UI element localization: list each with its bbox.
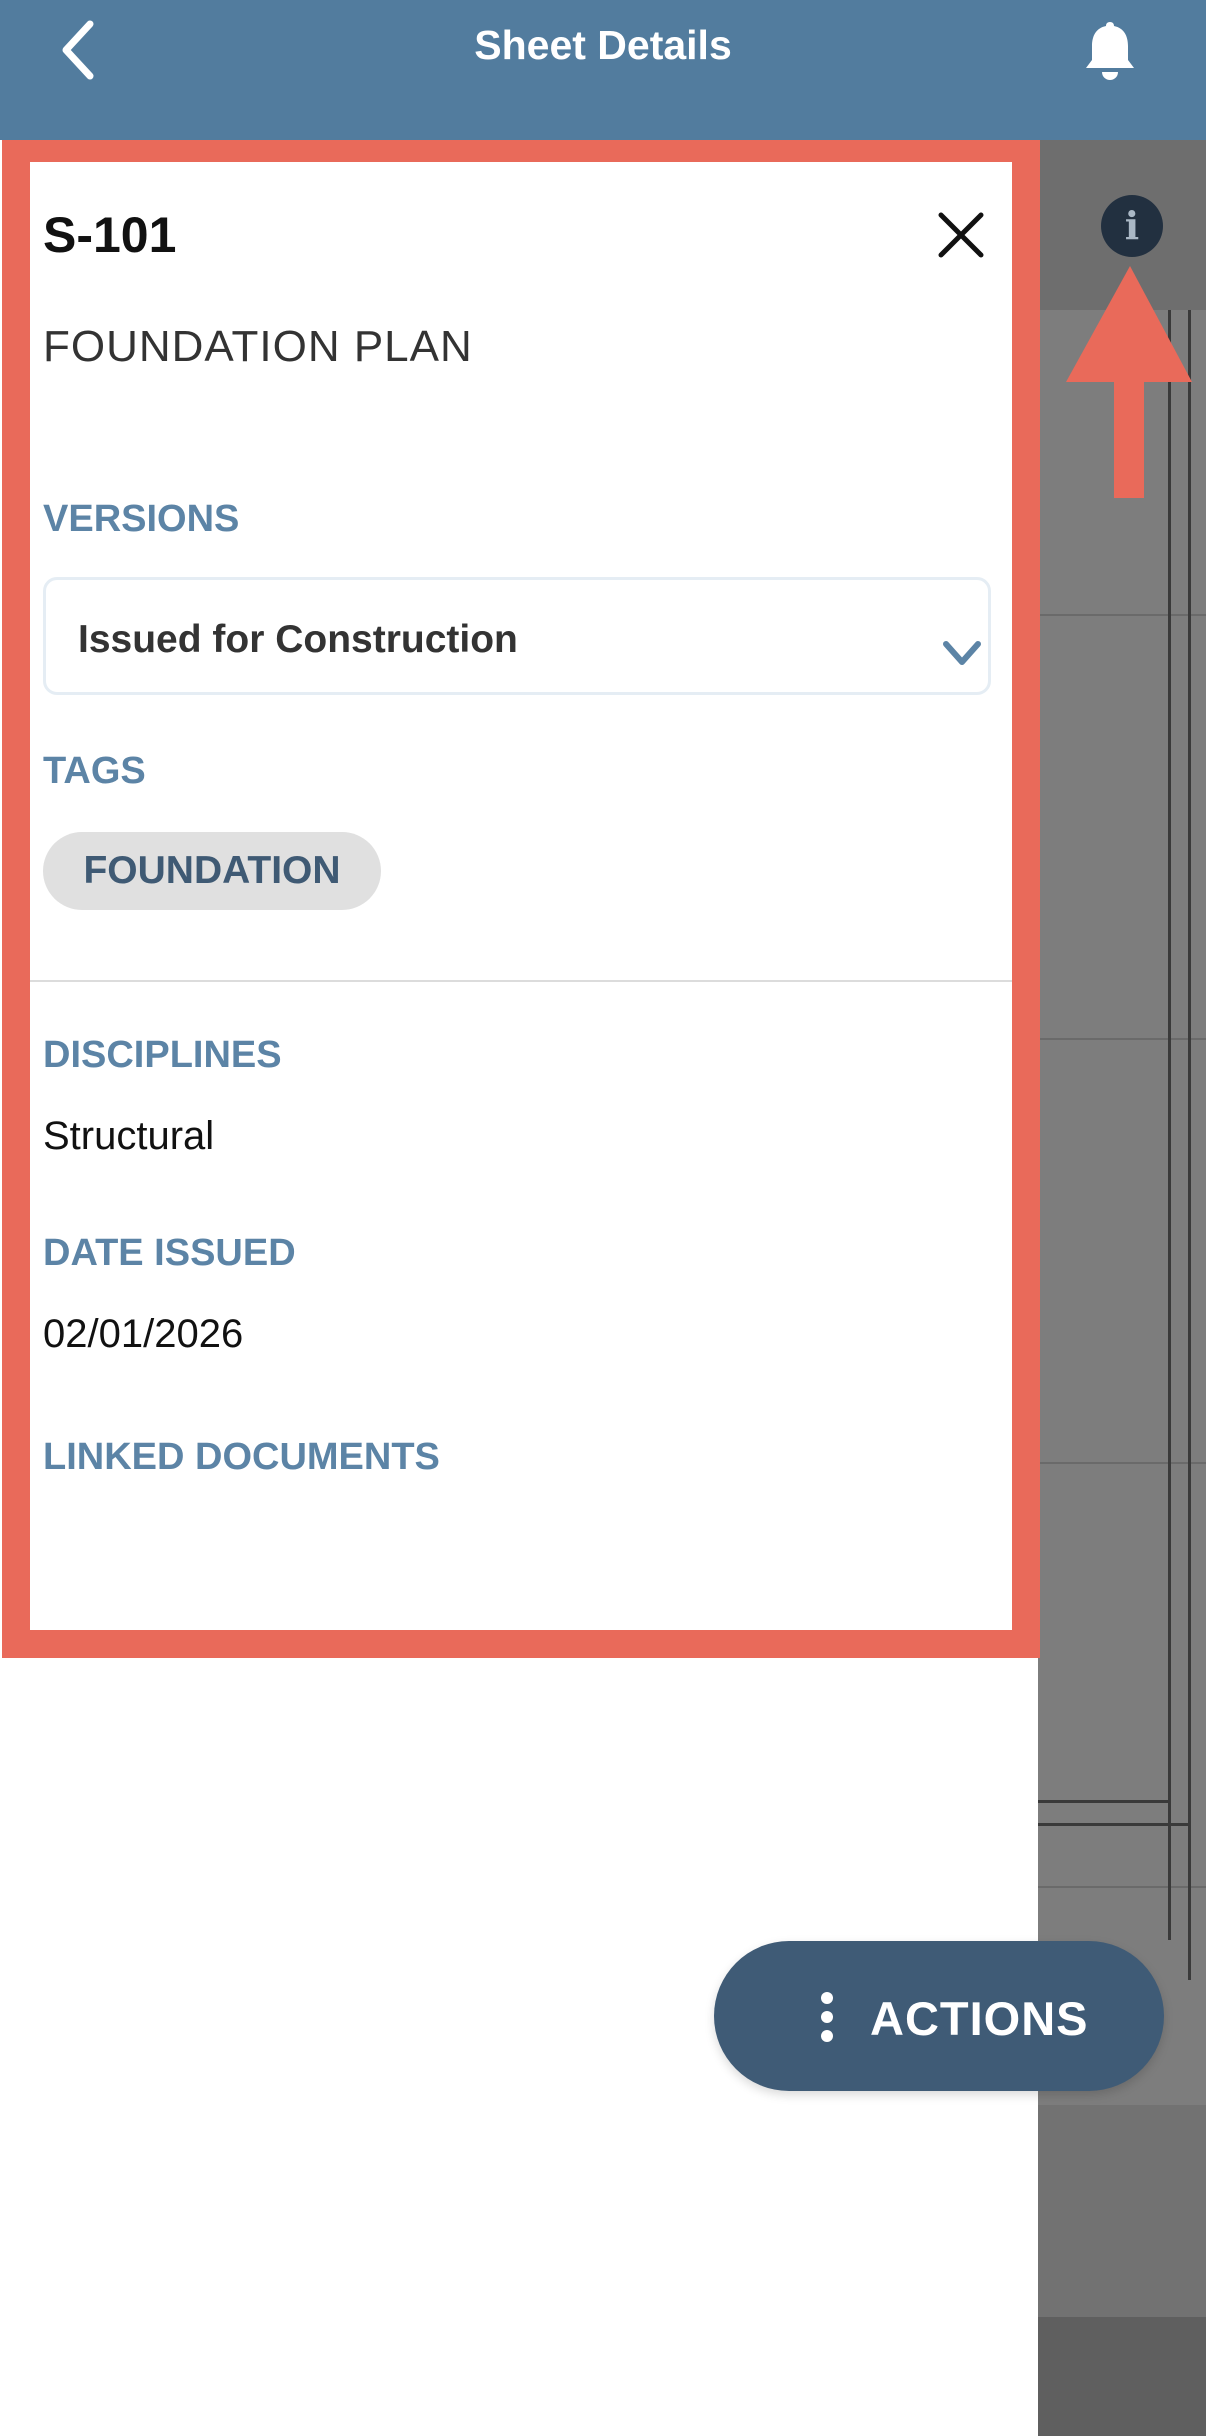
sheet-border-line <box>1038 1800 1171 1803</box>
viewer-bottom-bar <box>1038 2317 1206 2436</box>
sheet-grid-line <box>1038 1038 1206 1040</box>
tag-chip[interactable]: FOUNDATION <box>43 832 381 910</box>
disciplines-label: DISCIPLINES <box>43 1034 282 1076</box>
sheet-border-line <box>1038 1823 1191 1826</box>
version-selected-value: Issued for Construction <box>78 618 518 661</box>
discipline-value: Structural <box>43 1114 215 1158</box>
sheet-details-panel: S-101 FOUNDATION PLAN VERSIONS Issued fo… <box>30 162 1012 1630</box>
bell-icon[interactable] <box>1082 18 1138 82</box>
sheet-number: S-101 <box>43 207 177 263</box>
top-app-bar: Sheet Details <box>0 0 1206 140</box>
versions-label: VERSIONS <box>43 498 240 540</box>
chevron-down-icon <box>943 641 981 665</box>
info-icon[interactable]: i <box>1101 195 1163 257</box>
sheet-grid-line <box>1038 1886 1206 1888</box>
sheet-grid-line <box>1038 1462 1206 1464</box>
tags-label: TAGS <box>43 750 146 792</box>
close-icon[interactable] <box>936 210 986 260</box>
sheet-border-line <box>1168 310 1171 1940</box>
version-select[interactable]: Issued for Construction <box>43 577 991 695</box>
date-issued-label: DATE ISSUED <box>43 1232 296 1274</box>
linked-documents-label: LINKED DOCUMENTS <box>43 1436 440 1478</box>
more-vertical-icon <box>821 1992 833 2042</box>
page-title: Sheet Details <box>474 22 732 68</box>
section-divider <box>30 980 1012 982</box>
date-issued-value: 02/01/2026 <box>43 1312 244 1356</box>
arrow-up-annotation <box>1066 266 1192 498</box>
sheet-grid-line <box>1038 614 1206 616</box>
viewer-lower-area <box>1038 2105 1206 2317</box>
sheet-name: FOUNDATION PLAN <box>43 322 473 371</box>
actions-label: ACTIONS <box>870 1992 1089 2045</box>
sheet-border-line <box>1188 310 1191 1980</box>
actions-button[interactable]: ACTIONS <box>714 1941 1164 2091</box>
